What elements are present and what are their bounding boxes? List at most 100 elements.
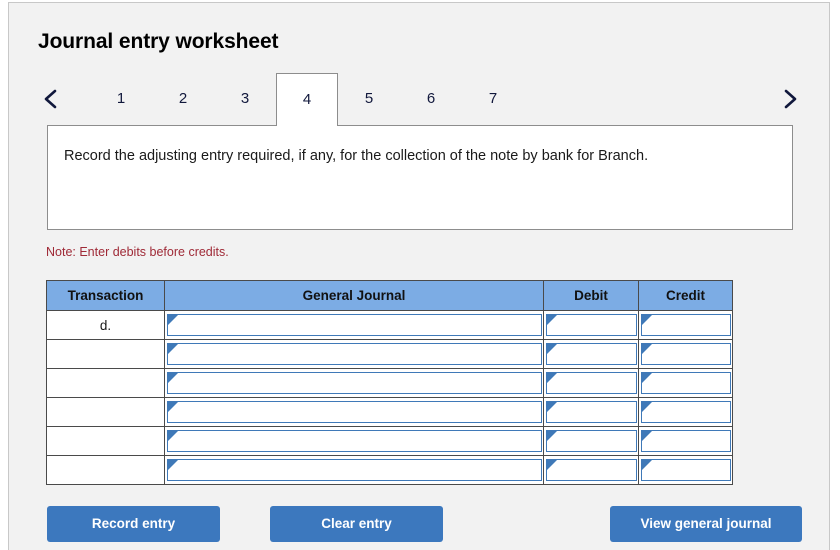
table-body: d.	[46, 310, 733, 485]
debit-input-cell[interactable]	[543, 426, 639, 456]
dropdown-triangle-icon[interactable]	[168, 344, 178, 354]
transaction-cell	[46, 426, 165, 456]
input-box	[641, 459, 731, 481]
debit-input-cell[interactable]	[543, 455, 639, 485]
dropdown-triangle-icon[interactable]	[168, 402, 178, 412]
dropdown-triangle-icon[interactable]	[547, 373, 557, 383]
clear-entry-button[interactable]: Clear entry	[270, 506, 443, 542]
debit-input[interactable]	[557, 431, 635, 451]
table-header-row: Transaction General Journal Debit Credit	[46, 280, 733, 311]
debit-input[interactable]	[557, 315, 635, 335]
input-box	[641, 343, 731, 365]
credit-input-cell[interactable]	[638, 368, 733, 398]
debit-input-cell[interactable]	[543, 310, 639, 340]
general-journal-input-cell[interactable]	[164, 339, 544, 369]
tab-4[interactable]: 4	[276, 73, 338, 126]
input-box	[167, 459, 542, 481]
dropdown-triangle-icon[interactable]	[168, 431, 178, 441]
record-entry-button[interactable]: Record entry	[47, 506, 220, 542]
general-journal-input[interactable]	[178, 460, 540, 480]
dropdown-triangle-icon[interactable]	[547, 431, 557, 441]
table-row: d.	[46, 310, 733, 340]
input-box	[167, 430, 542, 452]
debits-before-credits-note: Note: Enter debits before credits.	[46, 245, 229, 259]
previous-tab-arrow-icon[interactable]	[38, 84, 64, 114]
dropdown-triangle-icon[interactable]	[168, 460, 178, 470]
credit-input-cell[interactable]	[638, 455, 733, 485]
dropdown-triangle-icon[interactable]	[642, 344, 652, 354]
credit-input-cell[interactable]	[638, 339, 733, 369]
credit-input[interactable]	[652, 460, 729, 480]
tab-7[interactable]: 7	[462, 73, 524, 125]
page-title: Journal entry worksheet	[38, 30, 279, 53]
dropdown-triangle-icon[interactable]	[168, 315, 178, 325]
credit-input-cell[interactable]	[638, 397, 733, 427]
dropdown-triangle-icon[interactable]	[547, 315, 557, 325]
tab-label: 7	[488, 90, 498, 107]
dropdown-triangle-icon[interactable]	[642, 315, 652, 325]
credit-input-cell[interactable]	[638, 310, 733, 340]
table-row	[46, 455, 733, 485]
input-box	[641, 314, 731, 336]
general-journal-input[interactable]	[178, 373, 540, 393]
general-journal-input-cell[interactable]	[164, 310, 544, 340]
worksheet-card: Journal entry worksheet 1 2 3 4 5 6 7 Record t…	[8, 2, 830, 550]
general-journal-input[interactable]	[178, 431, 540, 451]
input-box	[167, 372, 542, 394]
debit-input[interactable]	[557, 460, 635, 480]
table-row	[46, 339, 733, 369]
dropdown-triangle-icon[interactable]	[547, 402, 557, 412]
transaction-cell	[46, 368, 165, 398]
input-box	[546, 430, 637, 452]
general-journal-input[interactable]	[178, 344, 540, 364]
column-header-transaction: Transaction	[46, 280, 165, 311]
column-header-credit: Credit	[638, 280, 733, 311]
debit-input-cell[interactable]	[543, 368, 639, 398]
general-journal-input[interactable]	[178, 402, 540, 422]
view-general-journal-button[interactable]: View general journal	[610, 506, 802, 542]
credit-input[interactable]	[652, 402, 729, 422]
table-row	[46, 426, 733, 456]
debit-input-cell[interactable]	[543, 397, 639, 427]
table-row	[46, 368, 733, 398]
dropdown-triangle-icon[interactable]	[642, 402, 652, 412]
input-box	[546, 401, 637, 423]
general-journal-input-cell[interactable]	[164, 426, 544, 456]
transaction-cell	[46, 339, 165, 369]
debit-input[interactable]	[557, 373, 635, 393]
tab-2[interactable]: 2	[152, 73, 214, 125]
tab-label: 6	[426, 90, 436, 107]
debit-input[interactable]	[557, 402, 635, 422]
credit-input[interactable]	[652, 315, 729, 335]
transaction-cell: d.	[46, 310, 165, 340]
tab-5[interactable]: 5	[338, 73, 400, 125]
credit-input[interactable]	[652, 344, 729, 364]
tab-6[interactable]: 6	[400, 73, 462, 125]
credit-input[interactable]	[652, 373, 729, 393]
general-journal-input[interactable]	[178, 315, 540, 335]
general-journal-input-cell[interactable]	[164, 455, 544, 485]
dropdown-triangle-icon[interactable]	[168, 373, 178, 383]
input-box	[167, 314, 542, 336]
input-box	[641, 372, 731, 394]
dropdown-triangle-icon[interactable]	[642, 373, 652, 383]
tab-1[interactable]: 1	[90, 73, 152, 125]
debit-input-cell[interactable]	[543, 339, 639, 369]
dropdown-triangle-icon[interactable]	[642, 460, 652, 470]
input-box	[167, 401, 542, 423]
credit-input[interactable]	[652, 431, 729, 451]
input-box	[546, 314, 637, 336]
dropdown-triangle-icon[interactable]	[547, 460, 557, 470]
next-tab-arrow-icon[interactable]	[777, 84, 803, 114]
general-journal-input-cell[interactable]	[164, 368, 544, 398]
instruction-panel: Record the adjusting entry required, if …	[47, 125, 793, 230]
credit-input-cell[interactable]	[638, 426, 733, 456]
journal-entry-table: Transaction General Journal Debit Credit…	[46, 280, 733, 485]
dropdown-triangle-icon[interactable]	[547, 344, 557, 354]
general-journal-input-cell[interactable]	[164, 397, 544, 427]
tab-3[interactable]: 3	[214, 73, 276, 125]
input-box	[546, 372, 637, 394]
debit-input[interactable]	[557, 344, 635, 364]
dropdown-triangle-icon[interactable]	[642, 431, 652, 441]
column-header-general-journal: General Journal	[164, 280, 544, 311]
